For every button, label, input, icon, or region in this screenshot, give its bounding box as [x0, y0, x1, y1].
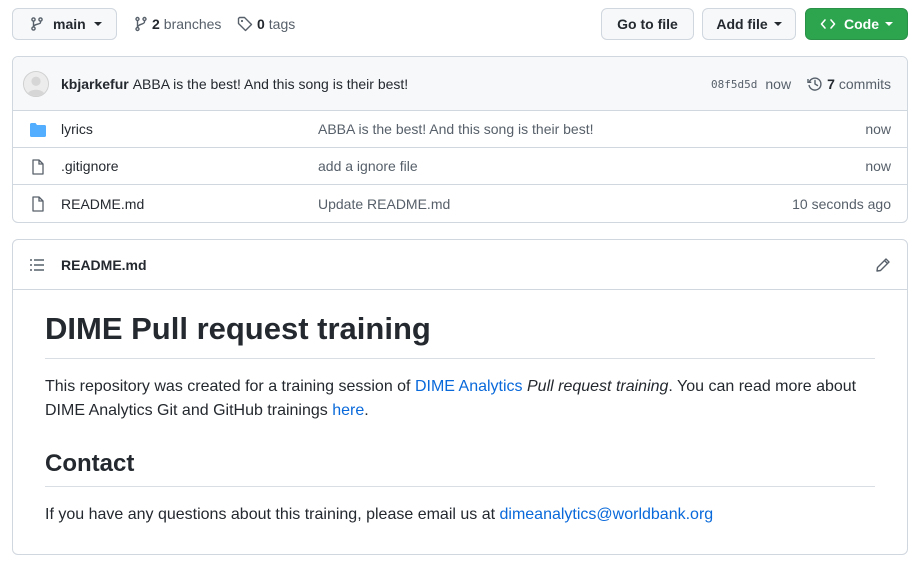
tag-icon — [237, 16, 253, 32]
branch-select-button[interactable]: main — [12, 8, 117, 40]
readme-content: DIME Pull request training This reposito… — [13, 290, 907, 527]
contact-paragraph: If you have any questions about this tra… — [45, 503, 875, 527]
commits-history-link[interactable]: 7 commits — [807, 76, 891, 92]
code-button[interactable]: Code — [805, 8, 908, 40]
branches-link[interactable]: 2 branches — [134, 8, 221, 40]
file-commit-message[interactable]: Update README.md — [318, 196, 450, 212]
file-time: 10 seconds ago — [792, 195, 891, 212]
latest-commit-row: kbjarkefur ABBA is the best! And this so… — [13, 57, 907, 111]
chevron-down-icon — [885, 22, 893, 26]
repo-toolbar: main 2 branches 0 tags Go to file Add fi… — [12, 8, 908, 40]
commit-message[interactable]: ABBA is the best! And this song is their… — [133, 76, 409, 92]
commit-sha[interactable]: 08f5d5d — [711, 78, 757, 91]
commit-time: now — [765, 76, 792, 92]
readme-intro: This repository was created for a traini… — [45, 375, 875, 423]
here-link[interactable]: here — [332, 402, 364, 419]
add-file-button[interactable]: Add file — [702, 8, 796, 40]
email-link[interactable]: dimeanalytics@worldbank.org — [500, 506, 714, 523]
folder-icon — [29, 122, 47, 138]
branches-label: branches — [163, 16, 222, 32]
file-row-readme[interactable]: README.md Update README.md 10 seconds ag… — [13, 185, 907, 222]
contact-text: If you have any questions about this tra… — [45, 505, 500, 523]
commits-label: commits — [838, 76, 891, 92]
pencil-icon[interactable] — [875, 257, 891, 273]
add-file-label: Add file — [716, 16, 768, 32]
commits-count: 7 — [827, 76, 835, 92]
branch-name: main — [53, 16, 86, 32]
code-icon — [820, 16, 836, 32]
file-name[interactable]: lyrics — [61, 121, 93, 137]
file-icon — [29, 196, 47, 212]
go-to-file-label: Go to file — [617, 16, 678, 32]
git-branch-icon — [134, 16, 148, 32]
chevron-down-icon — [773, 22, 782, 26]
list-unordered-icon[interactable] — [29, 257, 45, 273]
readme-header: README.md — [13, 240, 907, 290]
go-to-file-button[interactable]: Go to file — [601, 8, 694, 40]
file-list: kbjarkefur ABBA is the best! And this so… — [12, 56, 908, 223]
file-name[interactable]: .gitignore — [61, 158, 119, 174]
commit-meta: 08f5d5d now 7 commits — [711, 57, 891, 111]
code-label: Code — [844, 16, 879, 32]
tags-link[interactable]: 0 tags — [237, 8, 295, 40]
dime-analytics-link[interactable]: DIME Analytics — [415, 378, 523, 395]
file-commit-message[interactable]: add a ignore file — [318, 158, 418, 174]
contact-heading: Contact — [45, 449, 875, 487]
commit-author[interactable]: kbjarkefur — [61, 76, 129, 92]
file-time: now — [865, 121, 891, 137]
chevron-down-icon — [93, 22, 102, 26]
file-row-gitignore[interactable]: .gitignore add a ignore file now — [13, 148, 907, 185]
file-commit-message[interactable]: ABBA is the best! And this song is their… — [318, 121, 594, 137]
file-name[interactable]: README.md — [61, 196, 144, 212]
readme-panel: README.md DIME Pull request training Thi… — [12, 239, 908, 555]
intro-text: This repository was created for a traini… — [45, 377, 415, 395]
git-branch-icon — [29, 16, 45, 32]
avatar[interactable] — [23, 70, 49, 97]
file-icon — [29, 159, 47, 175]
history-icon — [807, 76, 823, 92]
readme-heading: DIME Pull request training — [45, 310, 875, 359]
intro-emphasis: Pull request training — [527, 377, 669, 395]
file-row-lyrics[interactable]: lyrics ABBA is the best! And this song i… — [13, 111, 907, 148]
branches-count: 2 — [152, 16, 160, 32]
intro-end: . — [364, 401, 369, 419]
tags-label: tags — [268, 16, 296, 32]
readme-filename[interactable]: README.md — [61, 257, 147, 273]
tags-count: 0 — [257, 16, 265, 32]
file-time: now — [865, 158, 891, 174]
